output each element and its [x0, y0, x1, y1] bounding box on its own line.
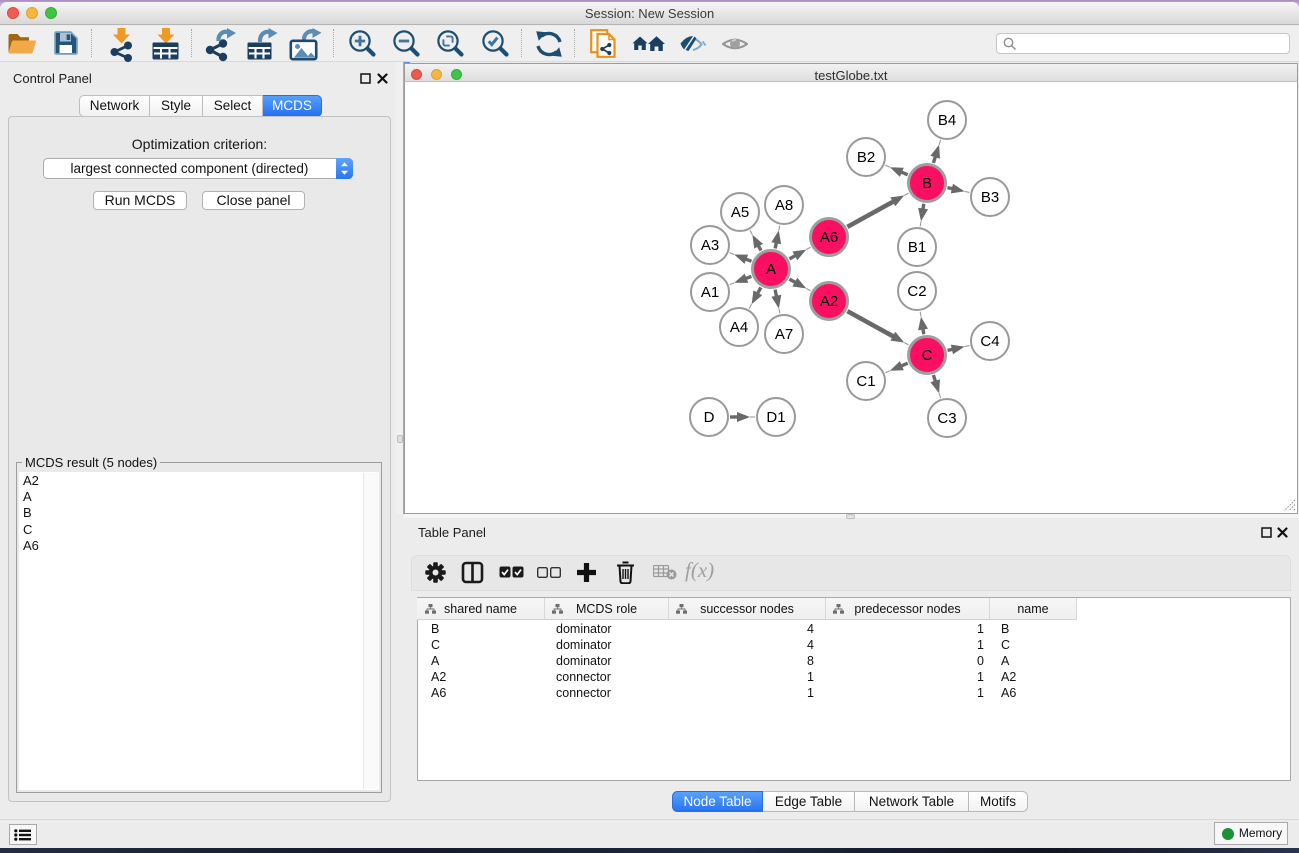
svg-text:A3: A3 [701, 237, 719, 254]
svg-text:A1: A1 [701, 284, 719, 301]
svg-text:B: B [922, 175, 932, 192]
svg-text:A6: A6 [820, 229, 838, 246]
svg-text:D: D [704, 409, 715, 426]
svg-text:A: A [766, 261, 776, 278]
svg-text:A2: A2 [820, 293, 838, 310]
svg-text:C1: C1 [856, 373, 875, 390]
svg-text:A7: A7 [775, 326, 793, 343]
svg-text:C3: C3 [937, 410, 956, 427]
svg-text:B1: B1 [908, 239, 926, 256]
svg-text:D1: D1 [766, 409, 785, 426]
svg-text:B4: B4 [938, 112, 956, 129]
svg-text:A8: A8 [775, 197, 793, 214]
svg-text:B3: B3 [981, 189, 999, 206]
svg-text:B2: B2 [857, 149, 875, 166]
svg-text:C4: C4 [980, 333, 999, 350]
svg-text:C: C [922, 347, 933, 364]
svg-text:A4: A4 [730, 319, 748, 336]
svg-text:A5: A5 [731, 204, 749, 221]
svg-text:C2: C2 [907, 283, 926, 300]
